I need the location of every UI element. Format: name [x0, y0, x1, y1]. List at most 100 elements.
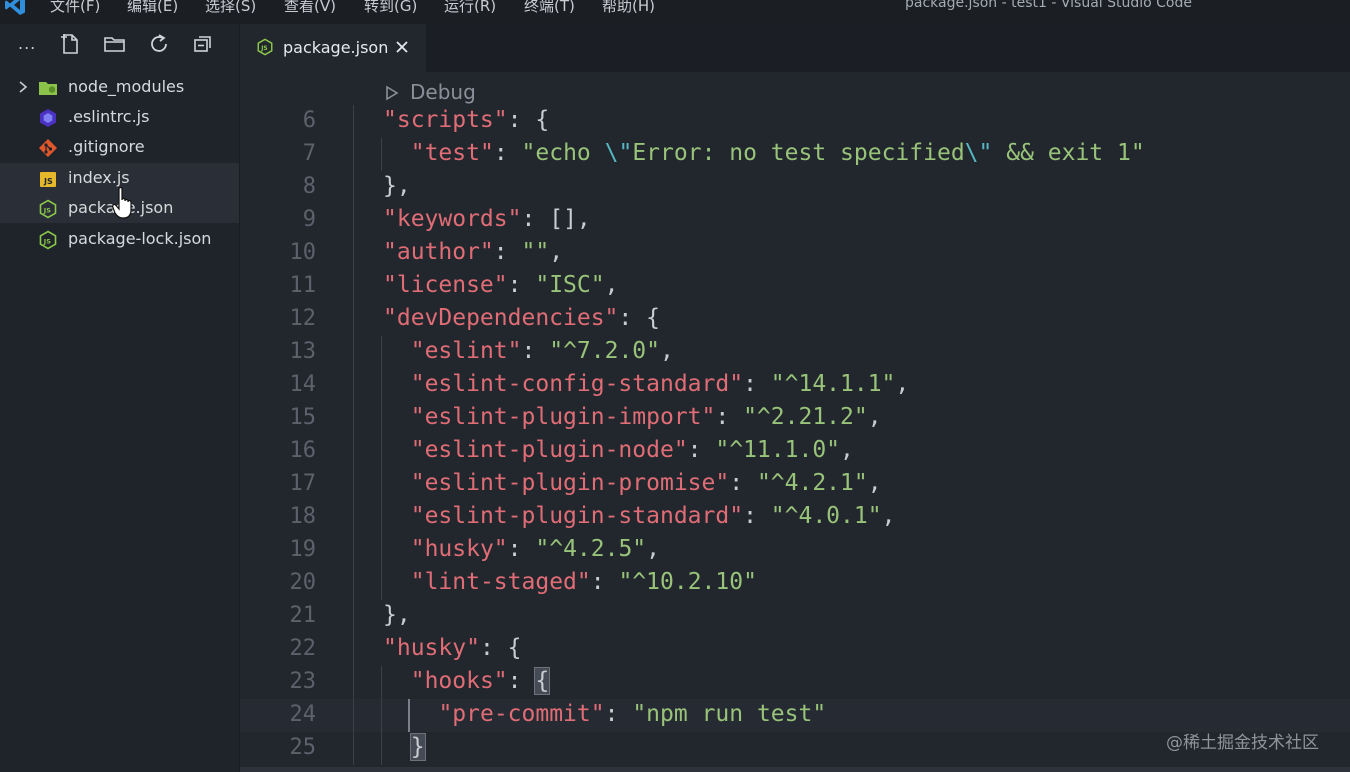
line-number: 19	[289, 537, 317, 562]
tree-item-package-lock-json[interactable]: JS package-lock.json	[0, 224, 239, 254]
more-actions-button[interactable]: ...	[18, 34, 36, 53]
menu-selection[interactable]: 选择(S)	[205, 0, 256, 16]
line-number: 9	[302, 207, 316, 232]
nodejs-icon: JS	[257, 38, 273, 56]
code-line[interactable]: 11 "license": "ISC",	[240, 270, 1350, 303]
line-number: 18	[289, 504, 317, 529]
code-text: "husky": {	[383, 635, 522, 661]
play-icon	[386, 85, 399, 101]
code-text: "eslint-config-standard": "^14.1.1",	[410, 371, 910, 397]
watermark: @稀土掘金技术社区	[1166, 733, 1319, 753]
line-number: 11	[289, 273, 317, 298]
code-text: "eslint-plugin-import": "^2.21.2",	[410, 404, 882, 430]
line-number: 17	[289, 471, 317, 496]
line-number: 14	[289, 372, 317, 397]
code-line[interactable]: 20 "lint-staged": "^10.2.10"	[240, 567, 1350, 600]
tree-item-node-modules[interactable]: node_modules	[0, 72, 239, 102]
indent-guide	[380, 336, 382, 600]
line-number: 10	[289, 240, 317, 265]
code-text: "license": "ISC",	[383, 272, 619, 298]
close-icon[interactable]	[394, 39, 410, 55]
refresh-icon[interactable]	[147, 32, 171, 56]
codelens-label: Debug	[410, 80, 476, 104]
code-text: "test": "echo \"Error: no test specified…	[410, 140, 1145, 166]
code-editor[interactable]: Debug 6 "scripts": {7 "test": "echo \"Err…	[240, 72, 1350, 772]
code-line[interactable]: 16 "eslint-plugin-node": "^11.1.0",	[240, 435, 1350, 468]
title-bar: 文件(F) 编辑(E) 选择(S) 查看(V) 转到(G) 运行(R) 终端(T…	[0, 0, 1350, 24]
code-line[interactable]: 7 "test": "echo \"Error: no test specifi…	[240, 138, 1350, 171]
code-line[interactable]: 17 "eslint-plugin-promise": "^4.2.1",	[240, 468, 1350, 501]
svg-text:JS: JS	[43, 238, 51, 246]
tree-label: .gitignore	[68, 137, 145, 156]
git-icon	[39, 139, 57, 157]
explorer-sidebar: ... node_modules .eslintrc.js .gitignore…	[0, 24, 240, 772]
window-title: package.json - test1 - Visual Studio Cod…	[905, 0, 1192, 11]
line-number: 25	[289, 735, 317, 760]
line-number: 16	[289, 438, 317, 463]
eslint-icon	[40, 109, 56, 127]
code-line[interactable]: 6 "scripts": {	[240, 105, 1350, 138]
tab-label: package.json	[283, 38, 389, 57]
code-line[interactable]: 18 "eslint-plugin-standard": "^4.0.1",	[240, 501, 1350, 534]
tree-item-gitignore[interactable]: .gitignore	[0, 132, 239, 162]
code-line[interactable]: 8},	[240, 171, 1350, 204]
tree-item-eslintrc[interactable]: .eslintrc.js	[0, 102, 239, 132]
code-text: "hooks": {	[410, 667, 551, 695]
collapse-all-icon[interactable]	[191, 32, 215, 56]
indent-guide	[353, 105, 354, 765]
code-text: "lint-staged": "^10.2.10"	[410, 569, 757, 595]
line-number: 15	[289, 405, 317, 430]
code-line[interactable]: 19 "husky": "^4.2.5",	[240, 534, 1350, 567]
code-line[interactable]: 14 "eslint-config-standard": "^14.1.1",	[240, 369, 1350, 402]
indent-guide	[380, 138, 382, 171]
tab-package-json[interactable]: JS package.json	[240, 24, 426, 72]
code-line[interactable]: 12 "devDependencies": {	[240, 303, 1350, 336]
code-line[interactable]: 22 "husky": {	[240, 633, 1350, 666]
hand-cursor-icon	[112, 186, 132, 219]
menu-file[interactable]: 文件(F)	[50, 0, 100, 16]
code-line[interactable]: 15 "eslint-plugin-import": "^2.21.2",	[240, 402, 1350, 435]
new-folder-icon[interactable]	[103, 32, 127, 56]
line-number: 20	[289, 570, 317, 595]
horizontal-scrollbar[interactable]	[240, 767, 1350, 772]
menu-edit[interactable]: 编辑(E)	[127, 0, 178, 16]
new-file-icon[interactable]	[58, 32, 82, 56]
svg-text:JS: JS	[43, 207, 51, 215]
menu-view[interactable]: 查看(V)	[284, 0, 336, 16]
code-text: },	[383, 602, 411, 628]
code-line[interactable]: 23 "hooks": {	[240, 666, 1350, 699]
code-line[interactable]: 10 "author": "",	[240, 237, 1350, 270]
menu-go[interactable]: 转到(G)	[364, 0, 417, 16]
code-text: "author": "",	[383, 239, 564, 265]
folder-node-icon	[39, 82, 57, 95]
code-text: }	[409, 733, 426, 761]
code-text: "husky": "^4.2.5",	[410, 536, 661, 562]
chevron-right-icon[interactable]	[16, 80, 30, 94]
js-icon: JS	[40, 172, 56, 187]
line-number: 6	[302, 108, 316, 133]
code-line[interactable]: 9 "keywords": [],	[240, 204, 1350, 237]
line-number: 21	[289, 603, 317, 628]
code-line[interactable]: 13 "eslint": "^7.2.0",	[240, 336, 1350, 369]
line-number: 13	[289, 339, 317, 364]
line-number: 24	[289, 702, 317, 727]
code-text: },	[383, 173, 411, 199]
tree-label: node_modules	[68, 77, 185, 96]
menu-help[interactable]: 帮助(H)	[602, 0, 655, 16]
line-number: 23	[289, 669, 317, 694]
vscode-logo-icon	[5, 0, 25, 15]
menu-run[interactable]: 运行(R)	[444, 0, 496, 16]
svg-text:JS: JS	[260, 46, 267, 52]
menu-terminal[interactable]: 终端(T)	[524, 0, 575, 16]
code-line[interactable]: 21},	[240, 600, 1350, 633]
code-text: "keywords": [],	[383, 206, 591, 232]
tree-label: package-lock.json	[68, 229, 212, 248]
line-number: 22	[289, 636, 317, 661]
line-number: 12	[289, 306, 317, 331]
code-text: "devDependencies": {	[383, 305, 660, 331]
tree-label: index.js	[68, 168, 130, 187]
line-number: 7	[302, 141, 316, 166]
indent-guide	[408, 699, 411, 732]
nodejs-icon: JS	[39, 230, 57, 250]
code-text: "eslint-plugin-promise": "^4.2.1",	[410, 470, 882, 496]
